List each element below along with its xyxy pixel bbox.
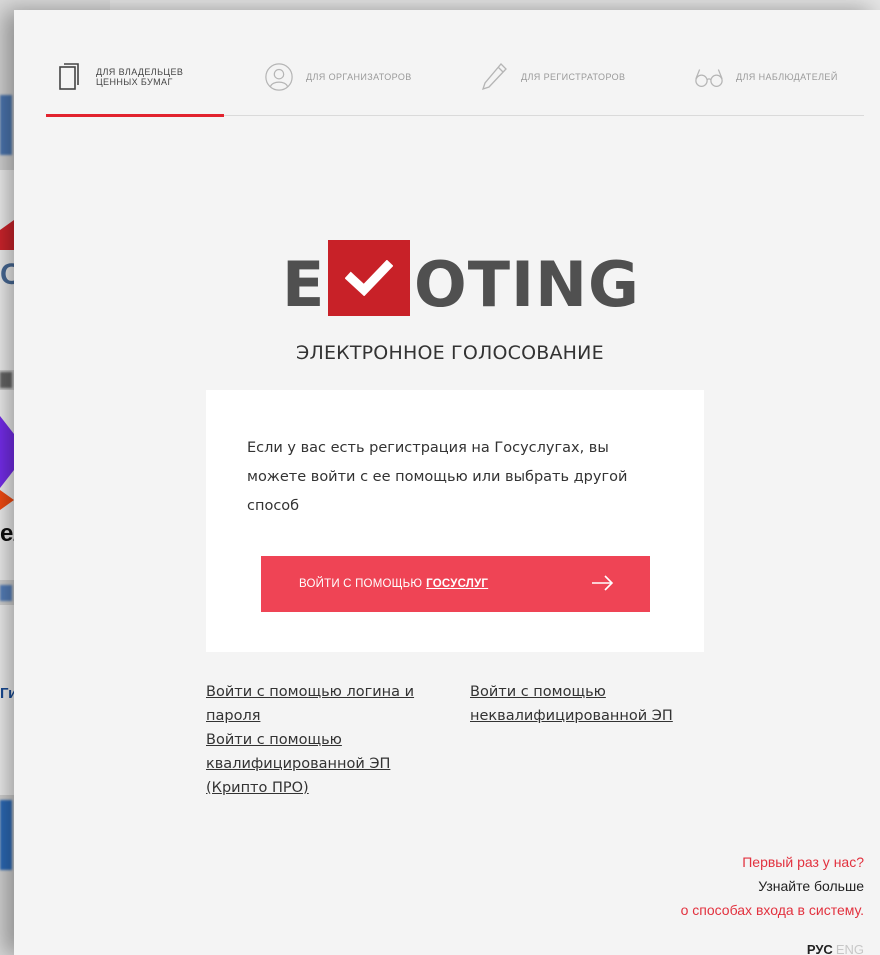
user-circle-icon [264,61,294,93]
button-label-prefix: ВОЙТИ С ПОМОЩЬЮ [299,578,423,590]
tab-organizers[interactable]: ДЛЯ ОРГАНИЗАТОРОВ [258,58,473,114]
tab-registrars[interactable]: ДЛЯ РЕГИСТРАТОРОВ [473,58,688,114]
glasses-icon [694,61,724,93]
login-gosuslugi-button[interactable]: ВОЙТИ С ПОМОЩЬЮ ГОСУСЛУГ [261,556,650,612]
logo-letter-e: E [282,248,326,321]
qualified-signature-link[interactable]: Войти с помощью квалифицированной ЭП (Кр… [206,728,446,800]
login-password-link[interactable]: Войти с помощью логина и пароля [206,680,446,728]
background-image-strip [0,585,12,601]
background-image-strip [0,372,12,388]
logo-subtitle: ЭЛЕКТРОННОЕ ГОЛОСОВАНИЕ [296,342,604,364]
tab-label: ДЛЯ ВЛАДЕЛЬЦЕВ ЦЕННЫХ БУМАГ [96,67,184,87]
help-first-time: Первый раз у нас? [742,854,864,870]
card-description: Если у вас есть регистрация на Госуслуга… [247,440,628,514]
background-image-strip [0,95,12,155]
audience-tabs: ДЛЯ ВЛАДЕЛЬЦЕВ ЦЕННЫХ БУМАГ ДЛЯ ОРГАНИЗА… [46,58,864,117]
lang-en[interactable]: ENG [836,942,864,955]
tab-securities-owners[interactable]: ДЛЯ ВЛАДЕЛЬЦЕВ ЦЕННЫХ БУМАГ [46,58,258,117]
document-icon [54,61,84,93]
unqualified-signature-link[interactable]: Войти с помощью неквалифицированной ЭП [470,680,710,728]
first-time-help: Первый раз у нас? Узнайте больше о спосо… [681,850,864,922]
evoting-logo: E OTING ЭЛЕКТРОННОЕ ГОЛОСОВАНИЕ [282,240,642,376]
lang-ru[interactable]: РУС [807,942,833,955]
tab-label: ДЛЯ РЕГИСТРАТОРОВ [521,72,626,82]
logo-letters-oting: OTING [414,248,640,321]
arrow-right-icon [590,571,616,598]
help-login-methods-link[interactable]: о способах входа в систему. [681,898,864,922]
language-switcher: РУС ENG [807,942,864,955]
help-learn-more-link[interactable]: Узнайте больше [681,874,864,898]
button-label-gosuslugi: ГОСУСЛУГ [426,578,489,590]
tab-label: ДЛЯ ОРГАНИЗАТОРОВ [306,72,412,82]
pencil-icon [479,61,509,93]
tab-label: ДЛЯ НАБЛЮДАТЕЛЕЙ [736,72,838,82]
tab-observers[interactable]: ДЛЯ НАБЛЮДАТЕЛЕЙ [688,58,864,114]
login-panel: ДЛЯ ВЛАДЕЛЬЦЕВ ЦЕННЫХ БУМАГ ДЛЯ ОРГАНИЗА… [14,10,880,955]
checkmark-icon [328,240,410,316]
gosuslugi-card: Если у вас есть регистрация на Госуслуга… [206,390,704,652]
background-image-strip [0,800,12,870]
